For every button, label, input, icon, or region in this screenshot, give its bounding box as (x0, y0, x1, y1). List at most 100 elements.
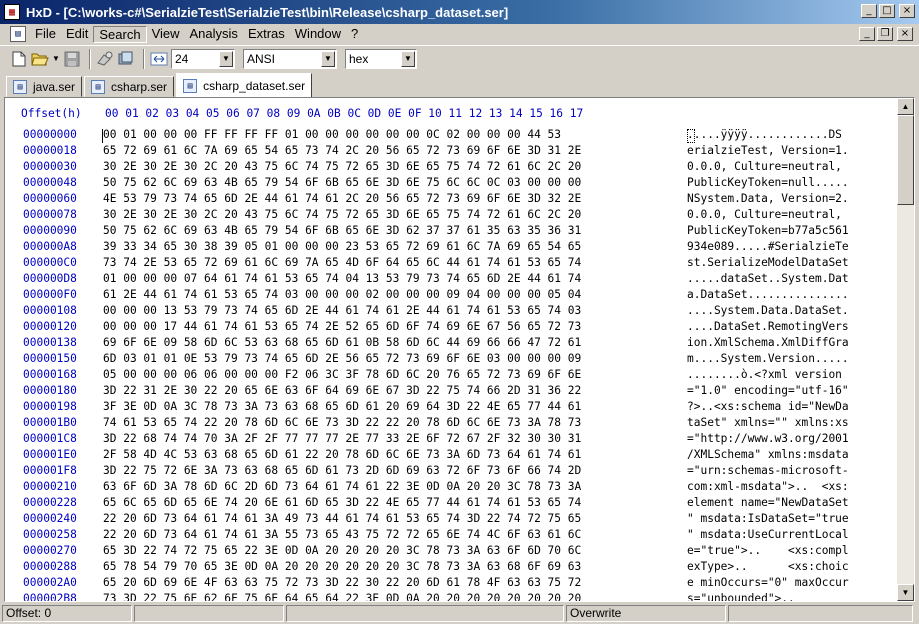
row-text[interactable]: erialzieTest, Version=1. (687, 144, 849, 157)
row-hex-bytes[interactable]: 22 20 6D 73 64 61 74 61 3A 55 73 65 43 7… (103, 528, 581, 541)
row-text[interactable]: e minOccurs="0" maxOccur (687, 576, 849, 589)
row-hex-bytes[interactable]: 00 01 00 00 00 FF FF FF FF 01 00 00 00 0… (103, 128, 561, 141)
row-text[interactable]: " msdata:IsDataSet="true (687, 512, 849, 525)
row-hex-bytes[interactable]: 50 75 62 6C 69 63 4B 65 79 54 6F 6B 65 6… (103, 176, 581, 189)
new-file-icon[interactable] (10, 50, 28, 68)
row-text[interactable]: PublicKeyToken=b77a5c561 (687, 224, 849, 237)
row-text[interactable]: 0.0.0, Culture=neutral, (687, 160, 849, 173)
row-hex-bytes[interactable]: 30 2E 30 2E 30 2C 20 43 75 6C 74 75 72 6… (103, 160, 581, 173)
tab-csharp-dataset-ser[interactable]: ▤ csharp_dataset.ser (176, 73, 313, 97)
open-dropdown-icon[interactable]: ▼ (52, 50, 60, 68)
row-text[interactable]: ="urn:schemas-microsoft- (687, 464, 849, 477)
doc-restore-button[interactable]: ❐ (877, 27, 893, 41)
chevron-down-icon[interactable]: ▼ (401, 50, 415, 67)
chevron-down-icon[interactable]: ▼ (321, 50, 335, 67)
menu-item-help[interactable]: ? (346, 26, 363, 43)
menu-item-search[interactable]: Search (93, 25, 147, 43)
doc-close-button[interactable]: × (897, 27, 913, 41)
offset-base-select[interactable]: hex ▼ (345, 48, 417, 69)
hex-view[interactable]: Offset(h) 00 01 02 03 04 05 06 07 08 09 … (5, 98, 898, 601)
row-hex-bytes[interactable]: 6D 03 01 01 0E 53 79 73 74 65 6D 2E 56 6… (103, 352, 581, 365)
open-file-icon[interactable] (31, 50, 49, 68)
row-text[interactable]: st.SerializeModelDataSet (687, 256, 849, 269)
row-hex-bytes[interactable]: 74 61 53 65 74 22 20 78 6D 6C 6E 73 3D 2… (103, 416, 581, 429)
row-offset: 000001F8 (23, 464, 77, 477)
row-text[interactable]: ="http://www.w3.org/2001 (687, 432, 849, 445)
row-hex-bytes[interactable]: 39 33 34 65 30 38 39 05 01 00 00 00 23 5… (103, 240, 581, 253)
save-icon[interactable] (63, 50, 81, 68)
row-hex-bytes[interactable]: 63 6F 6D 3A 78 6D 6C 2D 6D 73 64 61 74 6… (103, 480, 581, 493)
row-hex-bytes[interactable]: 65 72 69 61 6C 7A 69 65 54 65 73 74 2C 2… (103, 144, 581, 157)
row-text[interactable]: e="true">.. <xs:compl (687, 544, 849, 557)
row-hex-bytes[interactable]: 3F 3E 0D 0A 3C 78 73 3A 73 63 68 65 6D 6… (103, 400, 581, 413)
row-hex-bytes[interactable]: 05 00 00 00 06 06 00 00 00 F2 06 3C 3F 7… (103, 368, 581, 381)
row-hex-bytes[interactable]: 01 00 00 00 07 64 61 74 61 53 65 74 04 1… (103, 272, 581, 285)
ram-icon[interactable] (117, 50, 135, 68)
row-hex-bytes[interactable]: 2F 58 4D 4C 53 63 68 65 6D 61 22 20 78 6… (103, 448, 581, 461)
charset-value: ANSI (247, 51, 276, 66)
tab-java-ser[interactable]: ▤ java.ser (6, 76, 83, 97)
row-hex-bytes[interactable]: 65 20 6D 69 6E 4F 63 63 75 72 73 3D 22 3… (103, 576, 581, 589)
row-text[interactable]: ....DataSet.RemotingVers (687, 320, 849, 333)
row-hex-bytes[interactable]: 3D 22 31 2E 30 22 20 65 6E 63 6F 64 69 6… (103, 384, 581, 397)
row-text[interactable]: ion.XmlSchema.XmlDiffGra (687, 336, 849, 349)
hex-app-icon[interactable]: ▦ (4, 4, 20, 20)
tab-csharp-ser[interactable]: ▤ csharp.ser (84, 76, 175, 97)
scroll-down-button[interactable]: ▼ (897, 584, 914, 601)
menu-item-file[interactable]: File (30, 26, 61, 43)
menu-item-edit[interactable]: Edit (61, 26, 93, 43)
close-button[interactable]: × (899, 4, 915, 18)
row-hex-bytes[interactable]: 30 2E 30 2E 30 2C 20 43 75 6C 74 75 72 6… (103, 208, 581, 221)
row-hex-bytes[interactable]: 22 20 6D 73 64 61 74 61 3A 49 73 44 61 7… (103, 512, 581, 525)
row-text[interactable]: " msdata:UseCurrentLocal (687, 528, 849, 541)
scroll-up-button[interactable]: ▲ (897, 98, 914, 115)
row-hex-bytes[interactable]: 61 2E 44 61 74 61 53 65 74 03 00 00 00 0… (103, 288, 581, 301)
hex-editor[interactable]: Offset(h) 00 01 02 03 04 05 06 07 08 09 … (4, 97, 915, 602)
minimize-button[interactable]: _ (861, 4, 877, 18)
row-hex-bytes[interactable]: 65 78 54 79 70 65 3E 0D 0A 20 20 20 20 2… (103, 560, 581, 573)
row-text[interactable]: m....System.Version..... (687, 352, 849, 365)
row-hex-bytes[interactable]: 69 6F 6E 09 58 6D 6C 53 63 68 65 6D 61 0… (103, 336, 581, 349)
menu-item-window[interactable]: Window (290, 26, 346, 43)
row-text[interactable]: ....System.Data.DataSet. (687, 304, 849, 317)
maximize-button[interactable]: □ (879, 4, 895, 18)
row-text[interactable]: com:xml-msdata">.. <xs: (687, 480, 849, 493)
row-text[interactable]: s="unbounded">.. (687, 592, 795, 601)
doc-minimize-button[interactable]: _ (859, 27, 875, 41)
row-text[interactable]: NSystem.Data, Version=2. (687, 192, 849, 205)
row-text[interactable]: ?>..<xs:schema id="NewDa (687, 400, 849, 413)
row-hex-bytes[interactable]: 73 3D 22 75 6E 62 6F 75 6E 64 65 64 22 3… (103, 592, 581, 601)
row-text[interactable]: .....ÿÿÿÿ............DS (687, 128, 842, 141)
chevron-down-icon[interactable]: ▼ (219, 50, 233, 67)
row-hex-bytes[interactable]: 00 00 00 13 53 79 73 74 65 6D 2E 44 61 7… (103, 304, 581, 317)
row-text[interactable]: taSet" xmlns="" xmlns:xs (687, 416, 849, 429)
row-text[interactable]: 0.0.0, Culture=neutral, (687, 208, 849, 221)
vertical-scrollbar[interactable]: ▲ ▼ (897, 98, 914, 601)
row-text[interactable]: /XMLSchema" xmlns:msdata (687, 448, 849, 461)
row-hex-bytes[interactable]: 50 75 62 6C 69 63 4B 65 79 54 6F 6B 65 6… (103, 224, 581, 237)
row-hex-bytes[interactable]: 3D 22 68 74 74 70 3A 2F 2F 77 77 77 2E 7… (103, 432, 581, 445)
row-text[interactable]: element name="NewDataSet (687, 496, 849, 509)
row-text[interactable]: ="1.0" encoding="utf-16" (687, 384, 849, 397)
row-hex-bytes[interactable]: 3D 22 75 72 6E 3A 73 63 68 65 6D 61 73 2… (103, 464, 581, 477)
row-hex-bytes[interactable]: 4E 53 79 73 74 65 6D 2E 44 61 74 61 2C 2… (103, 192, 581, 205)
row-text[interactable]: .....dataSet..System.Dat (687, 272, 849, 285)
document-menu-icon[interactable]: ▤ (10, 26, 26, 42)
row-text[interactable]: 934e089.....#SerialzieTe (687, 240, 849, 253)
menu-item-view[interactable]: View (147, 26, 185, 43)
charset-select[interactable]: ANSI ▼ (243, 48, 337, 69)
scroll-thumb[interactable] (897, 115, 914, 205)
row-text[interactable]: exType>.. <xs:choic (687, 560, 849, 573)
row-hex-bytes[interactable]: 00 00 00 17 44 61 74 61 53 65 74 2E 52 6… (103, 320, 581, 333)
row-hex-bytes[interactable]: 65 3D 22 74 72 75 65 22 3E 0D 0A 20 20 2… (103, 544, 581, 557)
menu-item-analysis[interactable]: Analysis (185, 26, 243, 43)
settings-icon[interactable] (96, 50, 114, 68)
menu-item-extras[interactable]: Extras (243, 26, 290, 43)
row-hex-bytes[interactable]: 73 74 2E 53 65 72 69 61 6C 69 7A 65 4D 6… (103, 256, 581, 269)
row-text[interactable]: ........ò.<?xml version (687, 368, 842, 381)
row-text[interactable]: PublicKeyToken=null..... (687, 176, 849, 189)
row-offset: 00000168 (23, 368, 77, 381)
row-hex-bytes[interactable]: 65 6C 65 6D 65 6E 74 20 6E 61 6D 65 3D 2… (103, 496, 581, 509)
bytes-per-row-select[interactable]: 24 ▼ (171, 48, 235, 69)
row-text[interactable]: a.DataSet............... (687, 288, 849, 301)
